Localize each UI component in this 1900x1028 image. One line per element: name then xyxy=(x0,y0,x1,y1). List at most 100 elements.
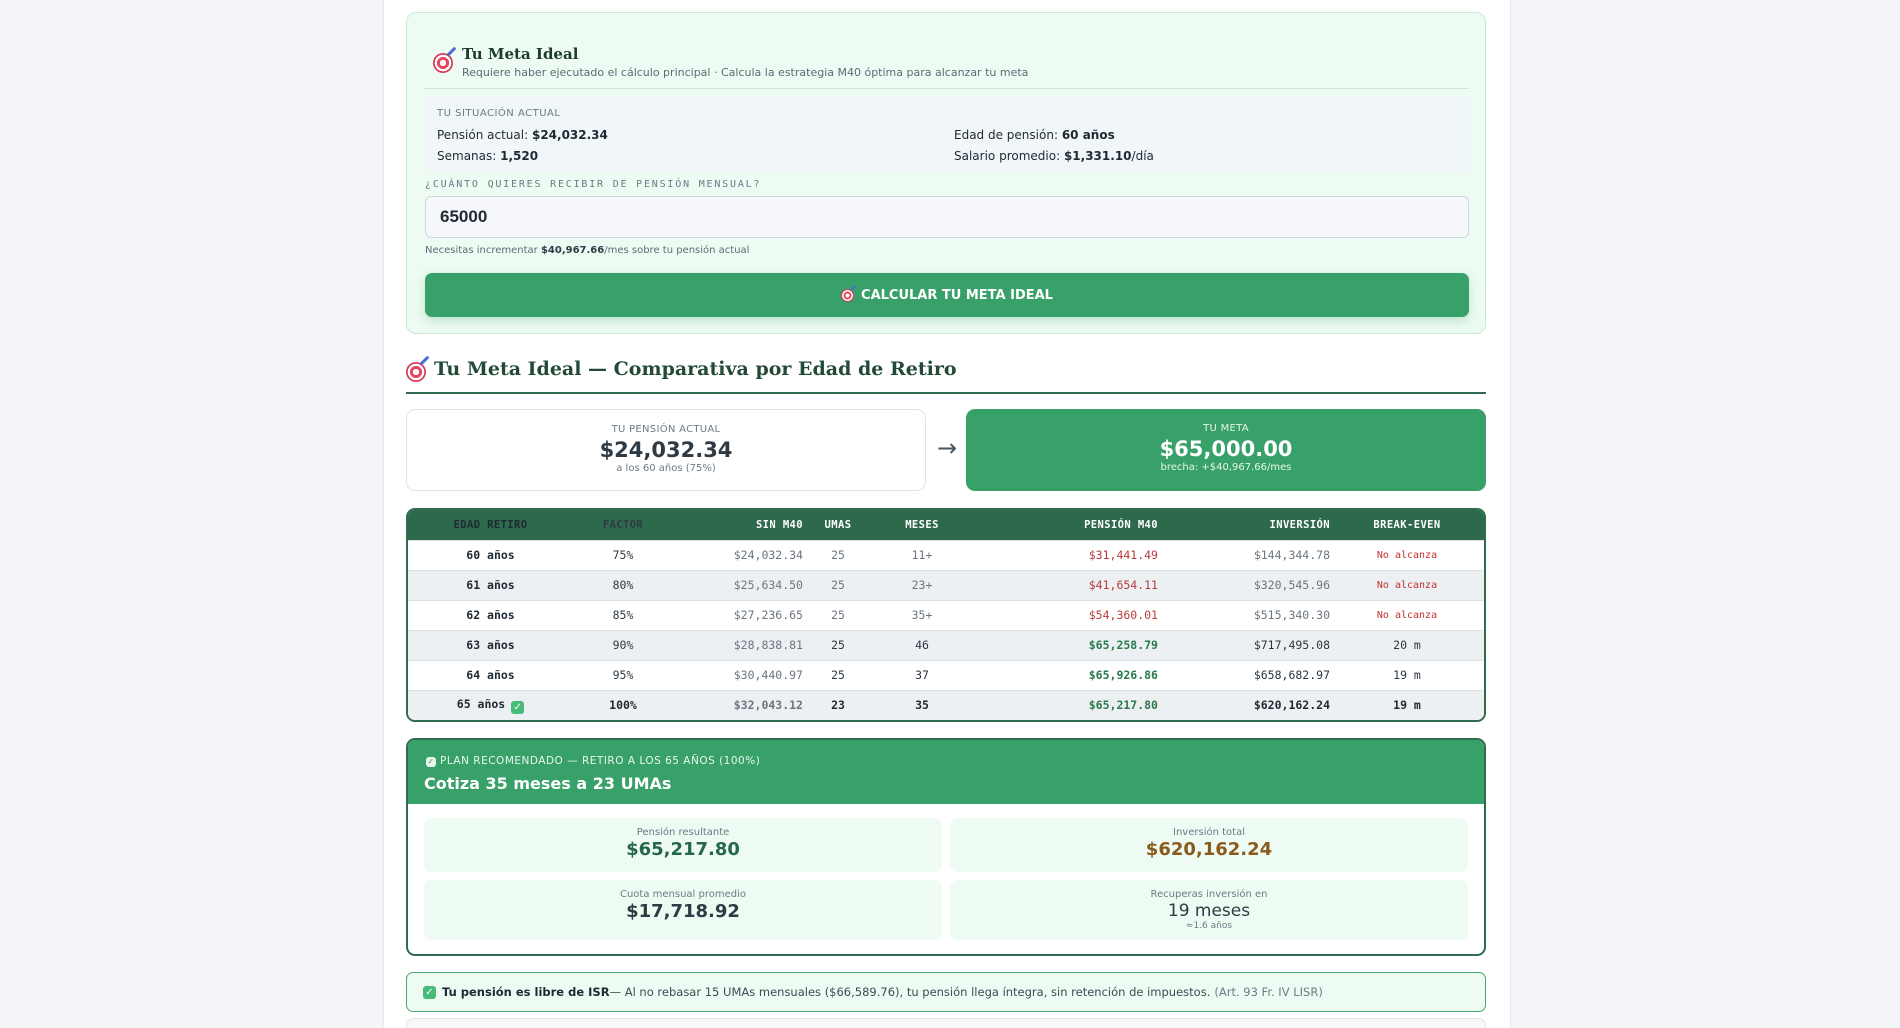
current-pension: Pensión actual: $24,032.34 xyxy=(437,128,608,142)
cell-factor: 100% xyxy=(609,698,637,713)
header-pension-m40: PENSIÓN M40 xyxy=(1084,518,1158,531)
meta-card-header: Tu Meta Ideal Requiere haber ejecutado e… xyxy=(425,29,1469,89)
cell-break-even: No alcanza xyxy=(1376,609,1438,621)
check-icon: ✓ xyxy=(423,985,436,999)
table-row[interactable]: 61 años 80% $25,634.50 25 23+ $41,654.11… xyxy=(408,570,1484,600)
cell-sin-m40: $25,634.50 xyxy=(733,578,803,592)
retirement-comparison-table: EDAD RETIRO FACTOR SIN M40 UMAS MESES PE… xyxy=(406,508,1486,722)
monthly-fee-stat: Cuota mensual promedio $17,718.92 xyxy=(424,880,942,940)
comparison-title: Tu Meta Ideal — Comparativa por Edad de … xyxy=(434,358,957,380)
header-umas: UMAS xyxy=(824,518,852,531)
header-edad-retiro: EDAD RETIRO xyxy=(453,518,528,531)
cell-meses: 35+ xyxy=(911,608,933,622)
cell-umas: 25 xyxy=(831,578,845,592)
check-icon: ✓ xyxy=(511,700,525,714)
cell-break-even: 20 m xyxy=(1393,638,1421,652)
cell-break-even: No alcanza xyxy=(1376,579,1438,591)
cell-sin-m40: $24,032.34 xyxy=(733,548,803,562)
cell-inversion: $717,495.08 xyxy=(1253,638,1330,652)
meta-card-title: Tu Meta Ideal xyxy=(462,45,579,63)
recommended-plan-header: ✓ PLAN RECOMENDADO — RETIRO A LOS 65 AÑOS… xyxy=(408,740,1484,804)
cell-sin-m40: $28,838.81 xyxy=(733,638,803,652)
cell-umas: 25 xyxy=(831,608,845,622)
cell-factor: 85% xyxy=(612,608,634,622)
resulting-pension-stat: Pensión resultante $65,217.80 xyxy=(424,818,942,872)
cell-meses: 11+ xyxy=(911,548,933,562)
recovery-stat: Recuperas inversión en 19 meses ≈1.6 año… xyxy=(950,880,1468,940)
current-pension-label: TU PENSIÓN ACTUAL xyxy=(611,424,721,435)
table-row-recommended[interactable]: 65 años ✓ 100% $32,043.12 23 35 $65,217.8… xyxy=(408,690,1484,720)
meta-ideal-card: Tu Meta Ideal Requiere haber ejecutado e… xyxy=(406,12,1486,334)
recommended-plan-card: ✓ PLAN RECOMENDADO — RETIRO A LOS 65 AÑOS… xyxy=(406,738,1486,956)
cell-pension-m40: $65,258.79 xyxy=(1088,638,1158,652)
cell-meses: 46 xyxy=(915,638,929,652)
current-situation-label: TU SITUACIÓN ACTUAL xyxy=(437,108,561,119)
target-icon xyxy=(406,362,426,382)
cell-factor: 90% xyxy=(612,638,634,652)
cell-inversion: $515,340.30 xyxy=(1253,608,1330,622)
cell-pension-m40: $65,926.86 xyxy=(1088,668,1158,682)
average-salary: Salario promedio: $1,331.10/día xyxy=(954,149,1154,163)
table-row[interactable]: 60 años 75% $24,032.34 25 11+ $31,441.49… xyxy=(408,540,1484,570)
cell-sin-m40: $27,236.65 xyxy=(733,608,803,622)
current-pension-note: a los 60 años (75%) xyxy=(616,463,716,474)
cell-age: 63 años xyxy=(466,638,515,652)
table-row[interactable]: 64 años 95% $30,440.97 25 37 $65,926.86 … xyxy=(408,660,1484,690)
total-investment-stat: Inversión total $620,162.24 xyxy=(950,818,1468,872)
target-icon xyxy=(841,288,855,302)
target-icon xyxy=(433,53,453,73)
needed-increase-text: Necesitas incrementar $40,967.66/mes sob… xyxy=(425,245,750,256)
goal-label: TU META xyxy=(1203,423,1249,434)
isr-exempt-notice: ✓ Tu pensión es libre de ISR — Al no reb… xyxy=(406,972,1486,1012)
table-row[interactable]: 62 años 85% $27,236.65 25 35+ $54,360.01… xyxy=(408,600,1484,630)
cell-sin-m40: $32,043.12 xyxy=(733,698,803,713)
cell-age: 61 años xyxy=(466,578,515,592)
cell-meses: 37 xyxy=(915,668,929,682)
cell-factor: 75% xyxy=(612,548,634,562)
header-factor: FACTOR xyxy=(602,518,644,531)
cell-inversion: $658,682.97 xyxy=(1253,668,1330,682)
cell-inversion: $144,344.78 xyxy=(1253,548,1330,562)
cell-inversion: $320,545.96 xyxy=(1253,578,1330,592)
current-pension-card: TU PENSIÓN ACTUAL $24,032.34 a los 60 añ… xyxy=(406,409,926,491)
goal-question-label: ¿CUÁNTO QUIERES RECIBIR DE PENSIÓN MENSU… xyxy=(425,179,762,190)
cell-break-even: No alcanza xyxy=(1376,549,1438,561)
table-header-row: EDAD RETIRO FACTOR SIN M40 UMAS MESES PE… xyxy=(408,510,1484,540)
cell-sin-m40: $30,440.97 xyxy=(733,668,803,682)
cell-factor: 95% xyxy=(612,668,634,682)
cell-age: 62 años xyxy=(466,608,515,622)
goal-gap-note: brecha: +$40,967.66/mes xyxy=(1160,462,1292,473)
comparison-section-title: Tu Meta Ideal — Comparativa por Edad de … xyxy=(406,356,1486,394)
check-icon: ✓ xyxy=(426,757,436,767)
header-sin-m40: SIN M40 xyxy=(755,518,803,531)
cell-umas: 23 xyxy=(831,698,845,713)
cell-factor: 80% xyxy=(612,578,634,592)
weeks: Semanas: 1,520 xyxy=(437,149,539,163)
arrow-right-icon: → xyxy=(936,434,958,462)
goal-value: $65,000.00 xyxy=(1159,437,1293,461)
next-section-peek xyxy=(406,1018,1486,1028)
page-container: Tu Meta Ideal Requiere haber ejecutado e… xyxy=(384,0,1510,1028)
cell-umas: 25 xyxy=(831,638,845,652)
recommended-plan-badge: ✓ PLAN RECOMENDADO — RETIRO A LOS 65 AÑOS… xyxy=(426,755,761,767)
cell-pension-m40: $65,217.80 xyxy=(1088,698,1158,713)
calculate-goal-button[interactable]: CALCULAR TU META IDEAL xyxy=(425,273,1469,317)
cell-age: 65 años ✓ xyxy=(408,690,573,720)
cell-umas: 25 xyxy=(831,668,845,682)
cell-age: 60 años xyxy=(466,548,515,562)
cell-meses: 23+ xyxy=(911,578,933,592)
cell-pension-m40: $54,360.01 xyxy=(1088,608,1158,622)
current-situation-box: TU SITUACIÓN ACTUAL Pensión actual: $24,… xyxy=(425,95,1469,173)
table-row[interactable]: 63 años 90% $28,838.81 25 46 $65,258.79 … xyxy=(408,630,1484,660)
header-break-even: BREAK-EVEN xyxy=(1373,518,1441,531)
recommended-plan-title: Cotiza 35 meses a 23 UMAs xyxy=(424,774,672,793)
goal-pension-input[interactable]: 65000 xyxy=(425,196,1469,238)
header-meses: MESES xyxy=(905,518,939,531)
header-inversion: INVERSIÓN xyxy=(1269,518,1330,531)
cell-age: 64 años xyxy=(466,668,515,682)
cell-meses: 35 xyxy=(915,698,929,713)
cell-umas: 25 xyxy=(831,548,845,562)
calculate-goal-button-label: CALCULAR TU META IDEAL xyxy=(861,287,1053,303)
goal-card: TU META $65,000.00 brecha: +$40,967.66/m… xyxy=(966,409,1486,491)
cell-inversion: $620,162.24 xyxy=(1253,698,1330,713)
